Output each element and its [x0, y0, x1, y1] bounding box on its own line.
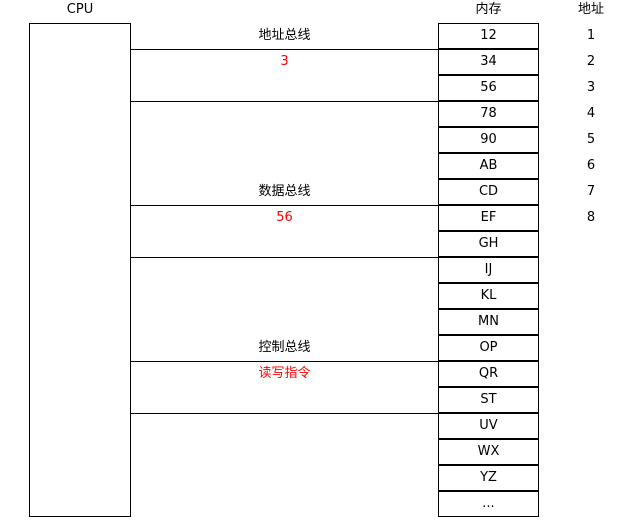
cpu-label: CPU	[66, 2, 94, 17]
address-bus-line-top	[131, 49, 438, 50]
address-value: 6	[586, 158, 596, 173]
memory-cell: UV	[438, 413, 539, 439]
data-bus-line-bottom	[131, 257, 438, 258]
memory-cell: 12	[438, 23, 539, 49]
address-value: 4	[586, 106, 596, 121]
address-value: 2	[586, 54, 596, 69]
address-value: 5	[586, 132, 596, 147]
control-bus-line-top	[131, 361, 438, 362]
cpu-box	[29, 23, 131, 517]
memory-cell: YZ	[438, 465, 539, 491]
address-bus-value: 3	[280, 54, 289, 69]
memory-cell: IJ	[438, 257, 539, 283]
memory-cell: ST	[438, 387, 539, 413]
address-value: 8	[586, 210, 596, 225]
data-bus-value: 56	[276, 210, 293, 225]
data-bus-line-top	[131, 205, 438, 206]
address-value: 3	[586, 80, 596, 95]
memory-cell: AB	[438, 153, 539, 179]
memory-cell: GH	[438, 231, 539, 257]
control-bus-line-bottom	[131, 413, 438, 414]
memory-cell: 78	[438, 101, 539, 127]
memory-cell: QR	[438, 361, 539, 387]
address-value: 7	[586, 184, 596, 199]
memory-cell: CD	[438, 179, 539, 205]
address-bus-name: 地址总线	[258, 28, 311, 43]
control-bus-value: 读写指令	[258, 366, 311, 381]
memory-cell: 56	[438, 75, 539, 101]
memory-cell: OP	[438, 335, 539, 361]
memory-cell: 34	[438, 49, 539, 75]
memory-title: 内存	[475, 2, 502, 17]
address-value: 1	[586, 28, 596, 43]
memory-cell: WX	[438, 439, 539, 465]
memory-cell: ...	[438, 491, 539, 517]
memory-cell: KL	[438, 283, 539, 309]
address-bus-line-bottom	[131, 101, 438, 102]
memory-cell: EF	[438, 205, 539, 231]
data-bus-name: 数据总线	[258, 184, 311, 199]
memory-cell: 90	[438, 127, 539, 153]
control-bus-name: 控制总线	[258, 340, 311, 355]
memory-cell: MN	[438, 309, 539, 335]
address-title: 地址	[577, 2, 604, 17]
